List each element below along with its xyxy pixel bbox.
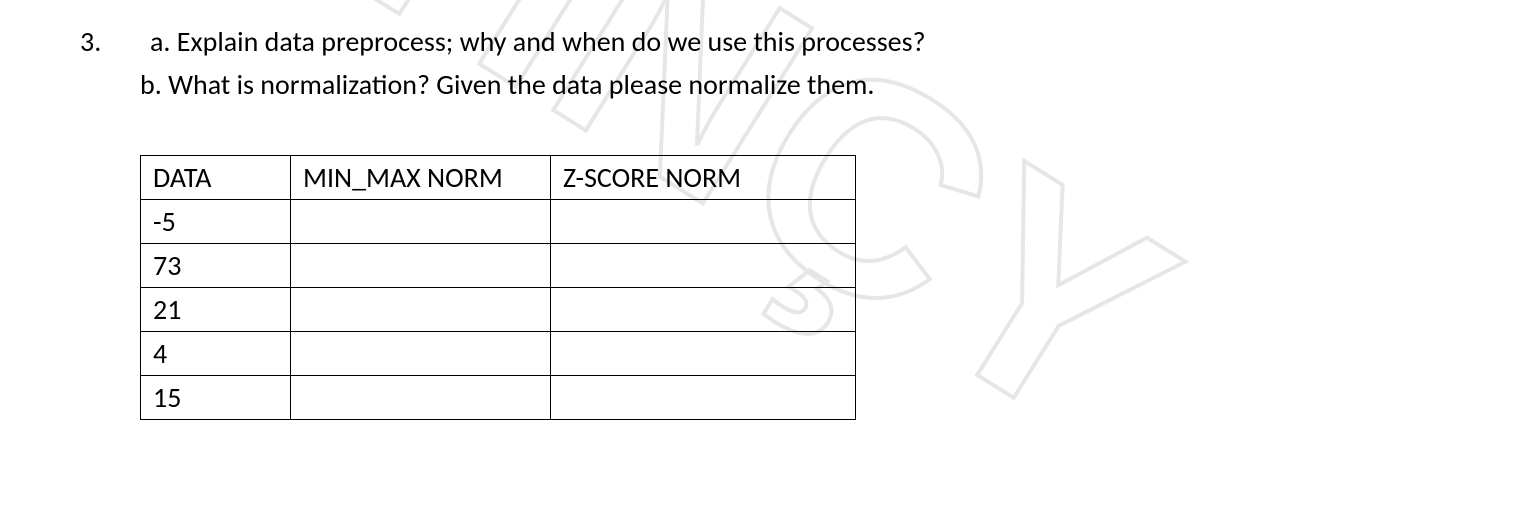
cell-data: -5 [141, 199, 291, 243]
th-data: DATA [141, 155, 291, 199]
table-header-row: DATA MIN_MAX NORM Z-SCORE NORM [141, 155, 856, 199]
cell-minmax [291, 331, 551, 375]
data-table: DATA MIN_MAX NORM Z-SCORE NORM -5 73 21 … [140, 155, 856, 420]
cell-minmax [291, 243, 551, 287]
cell-zscore [551, 331, 856, 375]
cell-data: 21 [141, 287, 291, 331]
cell-data: 73 [141, 243, 291, 287]
th-minmax: MIN_MAX NORM [291, 155, 551, 199]
th-zscore: Z-SCORE NORM [551, 155, 856, 199]
table-row: 4 [141, 331, 856, 375]
question-part-b: b. What is normalization? Given the data… [140, 63, 1500, 106]
table-row: 15 [141, 375, 856, 419]
cell-minmax [291, 287, 551, 331]
question-block: 3. a. Explain data preprocess; why and w… [80, 20, 1500, 420]
table-row: 73 [141, 243, 856, 287]
cell-zscore [551, 199, 856, 243]
table-row: -5 [141, 199, 856, 243]
cell-zscore [551, 287, 856, 331]
question-number: 3. [80, 20, 150, 63]
cell-minmax [291, 375, 551, 419]
cell-data: 4 [141, 331, 291, 375]
question-line-b: b. What is normalization? Given the data… [80, 63, 1500, 106]
cell-minmax [291, 199, 551, 243]
question-part-a: a. Explain data preprocess; why and when… [150, 20, 1500, 63]
question-line-a: 3. a. Explain data preprocess; why and w… [80, 20, 1500, 63]
cell-data: 15 [141, 375, 291, 419]
table-row: 21 [141, 287, 856, 331]
cell-zscore [551, 243, 856, 287]
cell-zscore [551, 375, 856, 419]
